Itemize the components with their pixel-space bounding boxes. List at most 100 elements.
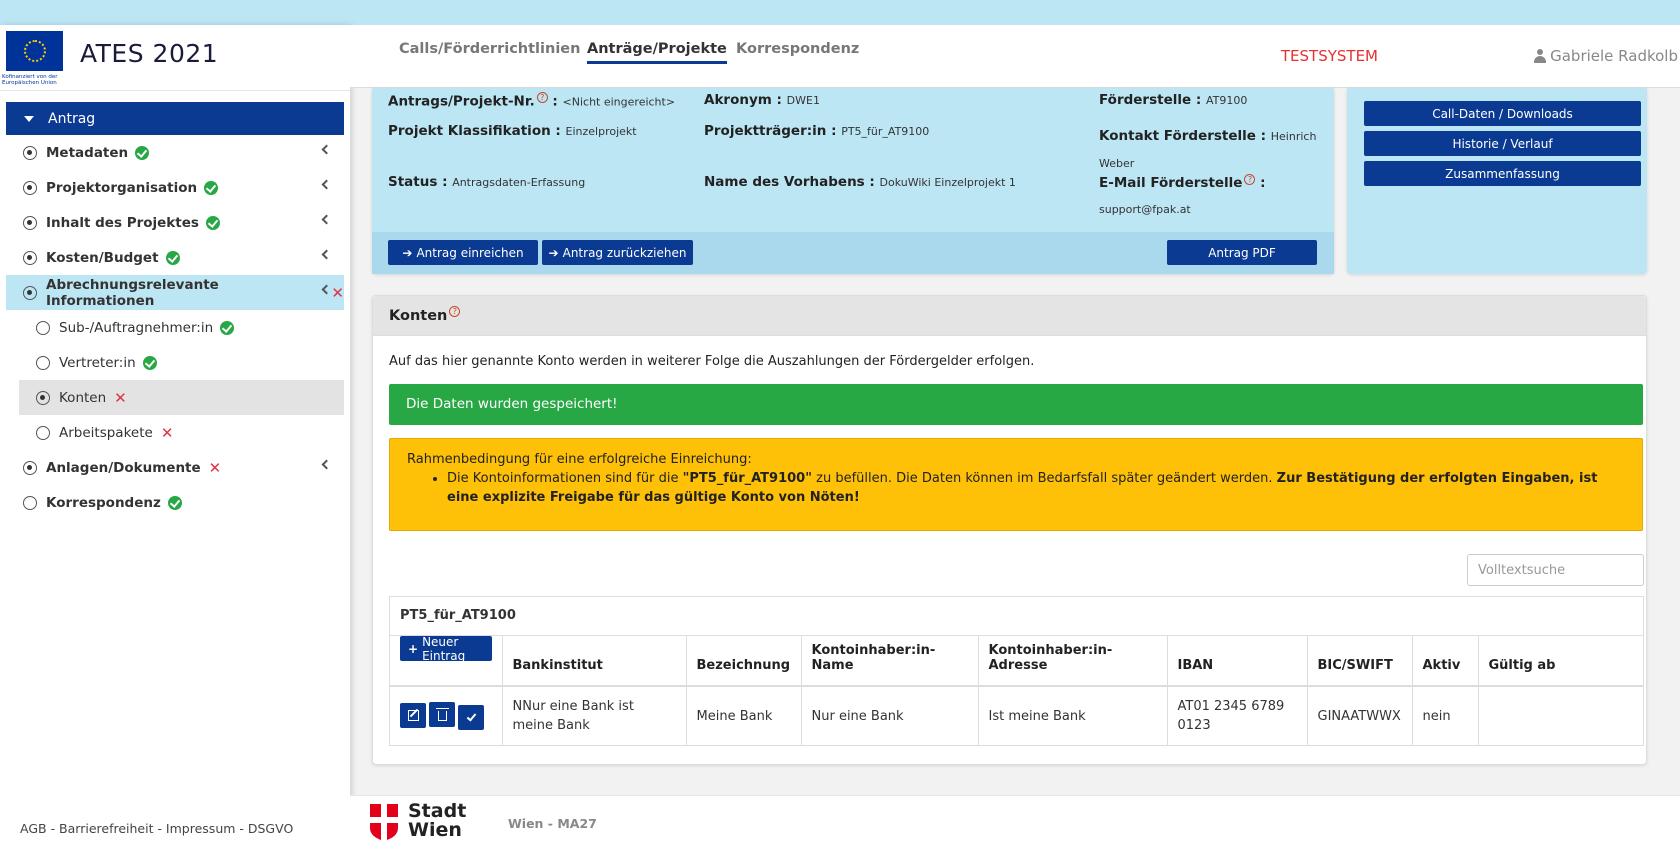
trash-icon xyxy=(435,707,449,721)
help-icon[interactable]: ? xyxy=(1244,173,1256,185)
kontakt-value-1: Heinrich xyxy=(1270,130,1317,143)
projekttraeger: Projektträger:in : PT5_für_AT9100 xyxy=(704,123,929,139)
sidebar-item-label: Inhalt des Projektes xyxy=(46,214,199,231)
sidebar-nav: Antrag Metadaten Projektorganisation Inh… xyxy=(0,91,350,520)
projekttraeger-value: PT5_für_AT9100 xyxy=(841,125,930,138)
edit-icon xyxy=(407,709,419,721)
tab-antraege[interactable]: Anträge/Projekte xyxy=(587,41,727,64)
column-aktiv[interactable]: Aktiv xyxy=(1412,636,1479,687)
warning-text-name: "PT5_für_AT9100" xyxy=(682,471,812,486)
warning-item: Die Kontoinformationen sind für die "PT5… xyxy=(447,469,1625,507)
new-entry-label: Neuer Eintrag xyxy=(422,634,466,663)
foerderstelle-value: AT9100 xyxy=(1205,94,1248,107)
sidebar-header-antrag[interactable]: Antrag xyxy=(6,102,344,135)
column-bankinstitut[interactable]: Bankinstitut xyxy=(502,636,687,687)
kontakt-label: Kontakt Förderstelle : xyxy=(1099,128,1267,144)
warning-text-mid: zu befüllen. Die Daten können im Bedarfs… xyxy=(812,471,1277,486)
help-icon[interactable]: ? xyxy=(536,92,548,103)
klassifikation-label: Projekt Klassifikation : xyxy=(388,123,561,139)
new-entry-button[interactable]: + Neuer Eintrag xyxy=(400,634,492,663)
help-icon[interactable]: ? xyxy=(449,306,461,317)
radio-icon xyxy=(36,425,50,440)
sidebar-item-korrespondenz[interactable]: Korrespondenz xyxy=(6,485,344,520)
call-daten-button[interactable]: Call-Daten / Downloads xyxy=(1364,101,1641,126)
sidebar-item-metadaten[interactable]: Metadaten xyxy=(6,135,344,170)
column-bic[interactable]: BIC/SWIFT xyxy=(1307,636,1413,687)
column-iban[interactable]: IBAN xyxy=(1167,636,1308,687)
vorhaben-value: DokuWiki Einzelprojekt 1 xyxy=(879,176,1016,189)
antrag-einreichen-button[interactable]: ➔ Antrag einreichen xyxy=(388,240,538,265)
delete-button[interactable] xyxy=(429,701,455,727)
zusammenfassung-button[interactable]: Zusammenfassung xyxy=(1364,161,1641,186)
table-row: NNur eine Bank ist meine Bank Meine Bank… xyxy=(390,686,1643,745)
radio-icon xyxy=(23,460,37,475)
radio-icon xyxy=(36,320,50,335)
sidebar-subitem-label: Vertreter:in xyxy=(59,354,136,371)
column-bezeichnung[interactable]: Bezeichnung xyxy=(686,636,802,687)
konten-table-wrapper: PT5_für_AT9100 + Neuer Eintrag Bankinstit… xyxy=(389,596,1644,746)
table-header-row: + Neuer Eintrag Bankinstitut Bezeichnung … xyxy=(390,634,1643,687)
error-x-icon: ✕ xyxy=(114,388,127,407)
antrag-nr-label: Antrags/Projekt-Nr. xyxy=(388,93,535,110)
antrag-einreichen-label: Antrag einreichen xyxy=(416,245,524,260)
column-gueltig-ab[interactable]: Gültig ab xyxy=(1478,636,1643,687)
sidebar-item-abrechnung[interactable]: Abrechnungsrelevante Informationen ✕ xyxy=(6,275,344,310)
approve-button[interactable] xyxy=(458,705,484,731)
cell-bic: GINAATWWX xyxy=(1307,686,1413,745)
radio-icon xyxy=(36,355,50,370)
cell-inhaber-adresse: Ist meine Bank xyxy=(978,686,1168,745)
email-value: support@fpak.at xyxy=(1099,203,1191,216)
caret-down-icon xyxy=(24,115,34,122)
fulltext-search-input[interactable] xyxy=(1467,554,1644,586)
antrag-pdf-button[interactable]: Antrag PDF xyxy=(1167,240,1317,265)
sidebar-subitem-konten[interactable]: Konten ✕ xyxy=(19,380,344,415)
konten-title: Konten xyxy=(389,307,448,324)
vorhaben-label: Name des Vorhabens : xyxy=(704,174,875,190)
tab-korrespondenz[interactable]: Korrespondenz xyxy=(736,41,859,61)
city-line-2: Wien xyxy=(408,819,462,841)
radio-icon xyxy=(36,390,50,405)
antrag-nr-value: <Nicht eingereicht> xyxy=(562,95,676,109)
top-strip xyxy=(0,0,1680,25)
sidebar-footer-links[interactable]: AGB - Barrierefreiheit - Impressum - DSG… xyxy=(20,821,293,836)
konten-panel-header: Konten? xyxy=(373,296,1646,336)
tab-calls[interactable]: Calls/Förderrichtlinien xyxy=(399,41,580,61)
error-x-icon: ✕ xyxy=(331,283,344,302)
radio-icon xyxy=(23,215,37,230)
radio-icon xyxy=(23,250,37,265)
stadt-wien-logo-text: Stadt Wien xyxy=(408,802,466,840)
historie-button[interactable]: Historie / Verlauf xyxy=(1364,131,1641,156)
akronym: Akronym : DWE1 xyxy=(704,92,820,108)
edit-button[interactable] xyxy=(400,702,426,728)
column-actions: + Neuer Eintrag xyxy=(390,634,503,687)
sidebar-subitem-label: Sub-/Auftragnehmer:in xyxy=(59,319,214,336)
sidebar: Kofinanziert von der Europäischen Union … xyxy=(0,25,350,850)
sidebar-subitem-vertreter[interactable]: Vertreter:in xyxy=(19,345,344,380)
application-info-card: Antrags/Projekt-Nr.? : <Nicht eingereich… xyxy=(372,88,1334,274)
antrag-zurueckziehen-button[interactable]: ➔ Antrag zurückziehen xyxy=(542,240,693,265)
check-circle-icon xyxy=(165,250,180,265)
check-icon xyxy=(466,711,476,722)
sidebar-item-inhalt[interactable]: Inhalt des Projektes xyxy=(6,205,344,240)
warning-title: Rahmenbedingung für eine erfolgreiche Ei… xyxy=(407,452,752,467)
user-name: Gabriele Radkolb xyxy=(1550,47,1678,65)
sidebar-item-anlagen[interactable]: Anlagen/Dokumente ✕ xyxy=(6,450,344,485)
check-circle-icon xyxy=(220,320,235,335)
sidebar-subitem-label: Konten xyxy=(59,389,107,406)
column-inhaber-name[interactable]: Kontoinhaber:in-Name xyxy=(801,636,979,687)
sidebar-item-label: Abrechnungsrelevante Informationen xyxy=(46,276,219,309)
chevron-left-icon xyxy=(321,214,332,225)
sidebar-item-kosten[interactable]: Kosten/Budget xyxy=(6,240,344,275)
app-title: ATES 2021 xyxy=(80,39,219,68)
warning-text-pre: Die Kontoinformationen sind für die xyxy=(447,471,683,486)
sidebar-subitem-arbeitspakete[interactable]: Arbeitspakete ✕ xyxy=(19,415,344,450)
user-menu[interactable]: Gabriele Radkolb xyxy=(1534,47,1678,65)
sidebar-subitem-subauftragnehmer[interactable]: Sub-/Auftragnehmer:in xyxy=(19,310,344,345)
column-inhaber-adresse[interactable]: Kontoinhaber:in-Adresse xyxy=(978,636,1168,687)
antrag-zurueckziehen-label: Antrag zurückziehen xyxy=(562,245,687,260)
status-value: Antragsdaten-Erfassung xyxy=(452,176,586,189)
foerderstelle-label: Förderstelle : xyxy=(1099,92,1202,108)
check-circle-icon xyxy=(142,355,157,370)
sidebar-item-projektorganisation[interactable]: Projektorganisation xyxy=(6,170,344,205)
wien-shield-logo xyxy=(370,804,398,841)
